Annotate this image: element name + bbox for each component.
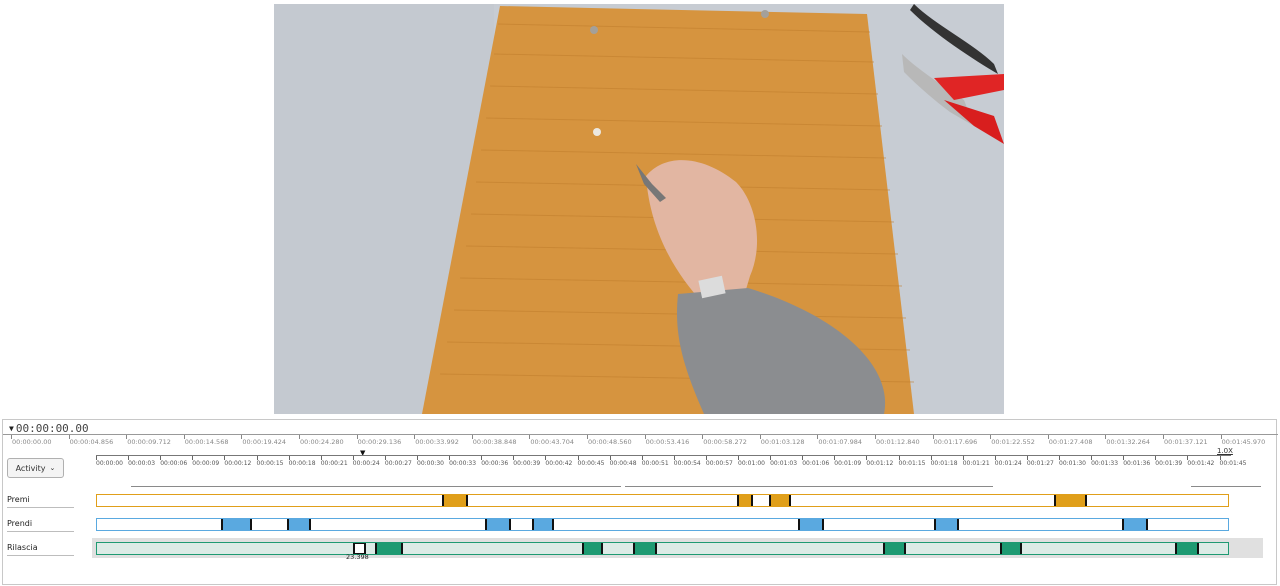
ruler-label: 00:01:06 bbox=[802, 460, 830, 467]
ruler-label: 00:00:48 bbox=[609, 460, 637, 467]
ruler-label: 00:01:17.696 bbox=[933, 438, 978, 446]
track-label: Rilascia bbox=[7, 543, 38, 552]
track-label: Premi bbox=[7, 495, 30, 504]
ruler-label: 00:01:21 bbox=[962, 460, 990, 467]
ruler-label: 00:00:58.272 bbox=[703, 438, 747, 446]
ruler-label: 00:00:09 bbox=[192, 460, 220, 467]
ruler-label: 00:00:48.560 bbox=[588, 438, 632, 446]
video-frame[interactable] bbox=[274, 4, 1004, 414]
activity-segment[interactable] bbox=[1174, 543, 1199, 554]
ruler-label: 00:00:45 bbox=[577, 460, 605, 467]
chevron-down-icon: ⌄ bbox=[49, 464, 56, 472]
activity-segment[interactable] bbox=[221, 519, 252, 530]
ruler-label: 00:01:15 bbox=[898, 460, 926, 467]
ruler-label: 00:00:53.416 bbox=[645, 438, 690, 446]
activity-segment[interactable] bbox=[484, 519, 511, 530]
ruler-label: 00:01:03.128 bbox=[760, 438, 805, 446]
ruler-label: 00:00:04.856 bbox=[69, 438, 114, 446]
overview-time-ruler[interactable]: 00:00:00.00 00:00:04.856 00:00:09.712 00:00… bbox=[3, 434, 1278, 448]
ruler-label: 00:01:27 bbox=[1026, 460, 1054, 467]
ruler-label: 00:01:33 bbox=[1091, 460, 1119, 467]
activity-segment[interactable] bbox=[633, 543, 657, 554]
ruler-label: 00:01:22.552 bbox=[991, 438, 1035, 446]
activity-segment[interactable] bbox=[999, 543, 1023, 554]
timeline-panel: ▼ 00:00:00.00 00:00:00.00 00:00:04.856 00:… bbox=[2, 419, 1278, 585]
scroll-indicator bbox=[625, 486, 993, 487]
ruler-label: 00:01:30 bbox=[1059, 460, 1086, 467]
scroll-indicator bbox=[131, 486, 621, 487]
activity-segment[interactable] bbox=[441, 495, 468, 506]
activity-dropdown-button[interactable]: Activity ⌄ bbox=[7, 458, 64, 478]
track-label: Prendi bbox=[7, 519, 33, 528]
activity-segment[interactable] bbox=[798, 519, 825, 530]
ruler-label: 00:00:54 bbox=[673, 460, 701, 467]
ruler-label: 00:01:07.984 bbox=[818, 438, 863, 446]
ruler-label: 00:00:27 bbox=[384, 460, 412, 467]
ruler-label: 00:00:30 bbox=[417, 460, 444, 467]
ruler-label: 00:00:06 bbox=[160, 460, 188, 467]
ruler-label: 00:00:09.712 bbox=[127, 438, 171, 446]
ruler-label: 00:00:00 bbox=[96, 460, 123, 467]
ruler-label: 00:01:12 bbox=[866, 460, 894, 467]
ruler-label: 00:00:51 bbox=[641, 460, 669, 467]
ruler-label: 00:01:27.408 bbox=[1048, 438, 1093, 446]
ruler-label: 00:00:19.424 bbox=[242, 438, 287, 446]
track-label-underline bbox=[7, 531, 74, 532]
ruler-label: 00:00:39 bbox=[513, 460, 541, 467]
track-label-underline bbox=[7, 507, 74, 508]
ruler-label: 00:01:09 bbox=[834, 460, 862, 467]
activity-segment[interactable] bbox=[1053, 495, 1087, 506]
ruler-label: 00:01:45.970 bbox=[1221, 438, 1266, 446]
activity-segment[interactable] bbox=[375, 543, 404, 554]
ruler-label: 00:01:37.121 bbox=[1164, 438, 1208, 446]
ruler-label: 00:00:24.280 bbox=[300, 438, 344, 446]
ruler-label: 00:01:36 bbox=[1123, 460, 1151, 467]
ruler-label: 00:00:36 bbox=[481, 460, 509, 467]
ruler-label: 00:00:24 bbox=[352, 460, 380, 467]
ruler-label: 00:00:42 bbox=[545, 460, 573, 467]
detail-time-ruler[interactable]: 00:00:00 00:00:03 00:00:06 00:00:09 00:00:12… bbox=[96, 455, 1246, 469]
track-premi[interactable] bbox=[96, 494, 1229, 507]
ruler-label: 00:00:33 bbox=[449, 460, 477, 467]
activity-segment[interactable] bbox=[933, 519, 959, 530]
selected-segment-duration: 23.398 bbox=[346, 553, 369, 561]
ruler-label: 00:01:03 bbox=[770, 460, 798, 467]
ruler-label: 00:00:00.00 bbox=[12, 438, 52, 446]
video-scene-illustration bbox=[274, 4, 1004, 414]
ruler-label: 00:00:57 bbox=[705, 460, 733, 467]
ruler-label: 00:01:00 bbox=[738, 460, 765, 467]
activity-segment[interactable] bbox=[1121, 519, 1148, 530]
ruler-label: 00:00:38.848 bbox=[472, 438, 517, 446]
ruler-label: 00:01:12.840 bbox=[876, 438, 920, 446]
scroll-indicator bbox=[1191, 486, 1261, 487]
ruler-label: 00:00:21 bbox=[320, 460, 348, 467]
ruler-label: 00:00:14.568 bbox=[184, 438, 229, 446]
activity-segment[interactable] bbox=[737, 495, 753, 506]
ruler-label: 00:01:45 bbox=[1219, 460, 1247, 467]
ruler-label: 00:01:32.264 bbox=[1106, 438, 1151, 446]
ruler-label: 00:00:03 bbox=[128, 460, 156, 467]
activity-segment[interactable] bbox=[883, 543, 906, 554]
caret-down-icon: ▼ bbox=[9, 424, 14, 433]
activity-segment[interactable] bbox=[768, 495, 792, 506]
track-rilascia[interactable] bbox=[96, 542, 1229, 555]
zoom-level[interactable]: 1.0X bbox=[1217, 447, 1233, 455]
activity-button-label: Activity bbox=[15, 463, 46, 473]
activity-segment[interactable] bbox=[582, 543, 603, 554]
activity-segment[interactable] bbox=[532, 519, 554, 530]
ruler-label: 00:00:12 bbox=[224, 460, 252, 467]
ruler-label: 00:00:15 bbox=[256, 460, 284, 467]
annotation-tool: ▼ 00:00:00.00 00:00:00.00 00:00:04.856 00:… bbox=[0, 0, 1280, 586]
track-label-underline bbox=[7, 555, 74, 556]
ruler-label: 00:01:39 bbox=[1155, 460, 1183, 467]
ruler-label: 00:00:18 bbox=[288, 460, 316, 467]
ruler-label: 00:01:42 bbox=[1187, 460, 1215, 467]
track-prendi[interactable] bbox=[96, 518, 1229, 531]
activity-segment[interactable] bbox=[287, 519, 311, 530]
ruler-label: 00:00:29.136 bbox=[357, 438, 402, 446]
ruler-label: 00:01:24 bbox=[994, 460, 1022, 467]
ruler-label: 00:00:43.704 bbox=[530, 438, 575, 446]
ruler-label: 00:00:33.992 bbox=[415, 438, 459, 446]
ruler-label: 00:01:18 bbox=[930, 460, 958, 467]
